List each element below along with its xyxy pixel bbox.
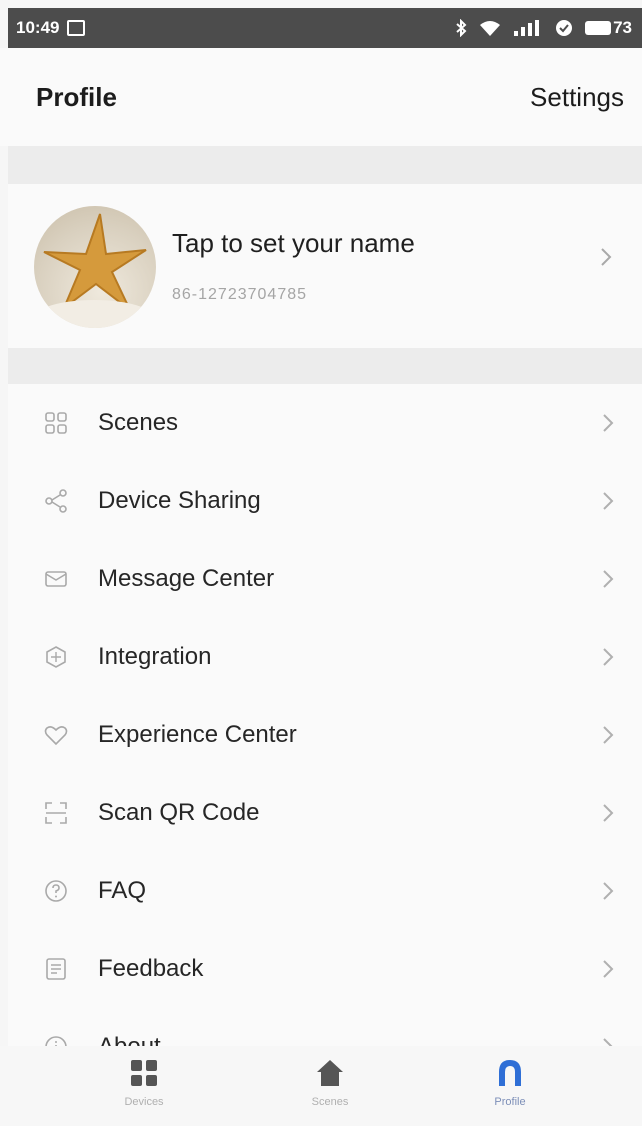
chevron-right-icon [601,248,612,266]
menu-item-about[interactable]: About [8,1008,642,1046]
chevron-right-icon [603,726,614,744]
menu-item-label: Message Center [98,565,275,592]
menu-item-integration[interactable]: Integration [8,618,642,696]
sync-icon [556,20,573,36]
menu-item-experience-center[interactable]: Experience Center [8,696,642,774]
status-time: 10:49 [16,18,60,37]
status-bar: 10:49 73 [8,8,642,48]
menu-item-label: About [98,1033,161,1046]
menu-item-device-sharing[interactable]: Device Sharing [8,462,642,540]
chevron-right-icon [603,1038,613,1046]
menu-item-faq[interactable]: FAQ [8,852,642,930]
menu-item-label: Scenes [98,409,179,436]
menu-item-label: FAQ [98,877,147,904]
feedback-icon [46,958,66,980]
battery-icon: 73 [585,18,632,38]
share-icon [45,489,67,513]
signal-icon [514,20,540,36]
wifi-icon [480,21,501,36]
profile-card[interactable]: Tap to set your name 86-12723704785 [8,184,642,348]
chevron-right-icon [603,414,614,432]
chevron-right-icon [603,492,614,510]
tab-profile[interactable]: Profile [450,1058,570,1124]
profile-icon [499,1060,521,1086]
bluetooth-icon [456,19,467,37]
menu-item-label: Experience Center [98,721,297,748]
profile-name: Tap to set your name [172,228,415,258]
calendar-icon [67,20,86,36]
profile-menu: Scenes Device Sharing Message Center Int… [8,384,642,1046]
menu-item-feedback[interactable]: Feedback [8,930,642,1008]
section-divider [8,146,642,184]
integration-icon [46,646,66,668]
tab-scenes[interactable]: Scenes [270,1058,390,1124]
scan-icon [45,802,67,824]
settings-button[interactable]: Settings [530,82,624,113]
chevron-right-icon [603,960,614,978]
starfish-avatar [34,213,154,328]
menu-item-scan-qr-code[interactable]: Scan QR Code [8,774,642,852]
info-icon [45,1036,67,1046]
tab-devices[interactable]: Devices [84,1058,204,1124]
faq-icon [45,880,67,902]
tab-label: Scenes [311,1096,349,1108]
tab-label: Profile [494,1096,526,1108]
heart-icon [44,726,68,746]
chevron-right-icon [603,882,614,900]
scenes-icon [45,412,67,434]
menu-item-label: Integration [98,643,212,670]
menu-item-label: Device Sharing [98,487,261,514]
bottom-tab-bar: Devices Scenes Profile [0,1046,642,1126]
menu-item-message-center[interactable]: Message Center [8,540,642,618]
menu-item-label: Scan QR Code [98,799,260,826]
home-icon [317,1060,343,1086]
chevron-right-icon [603,648,614,666]
section-divider [8,348,642,384]
page-title: Profile [36,82,117,112]
message-icon [45,571,67,587]
chevron-right-icon [603,804,614,822]
chevron-right-icon [603,570,614,588]
avatar[interactable] [34,206,156,328]
devices-icon [131,1060,157,1086]
menu-item-scenes[interactable]: Scenes [8,384,642,462]
top-bar: Profile Settings [0,48,642,146]
battery-level: 73 [613,18,632,37]
profile-phone: 86-12723704785 [172,286,308,303]
tab-label: Devices [124,1096,164,1108]
menu-item-label: Feedback [98,955,204,982]
